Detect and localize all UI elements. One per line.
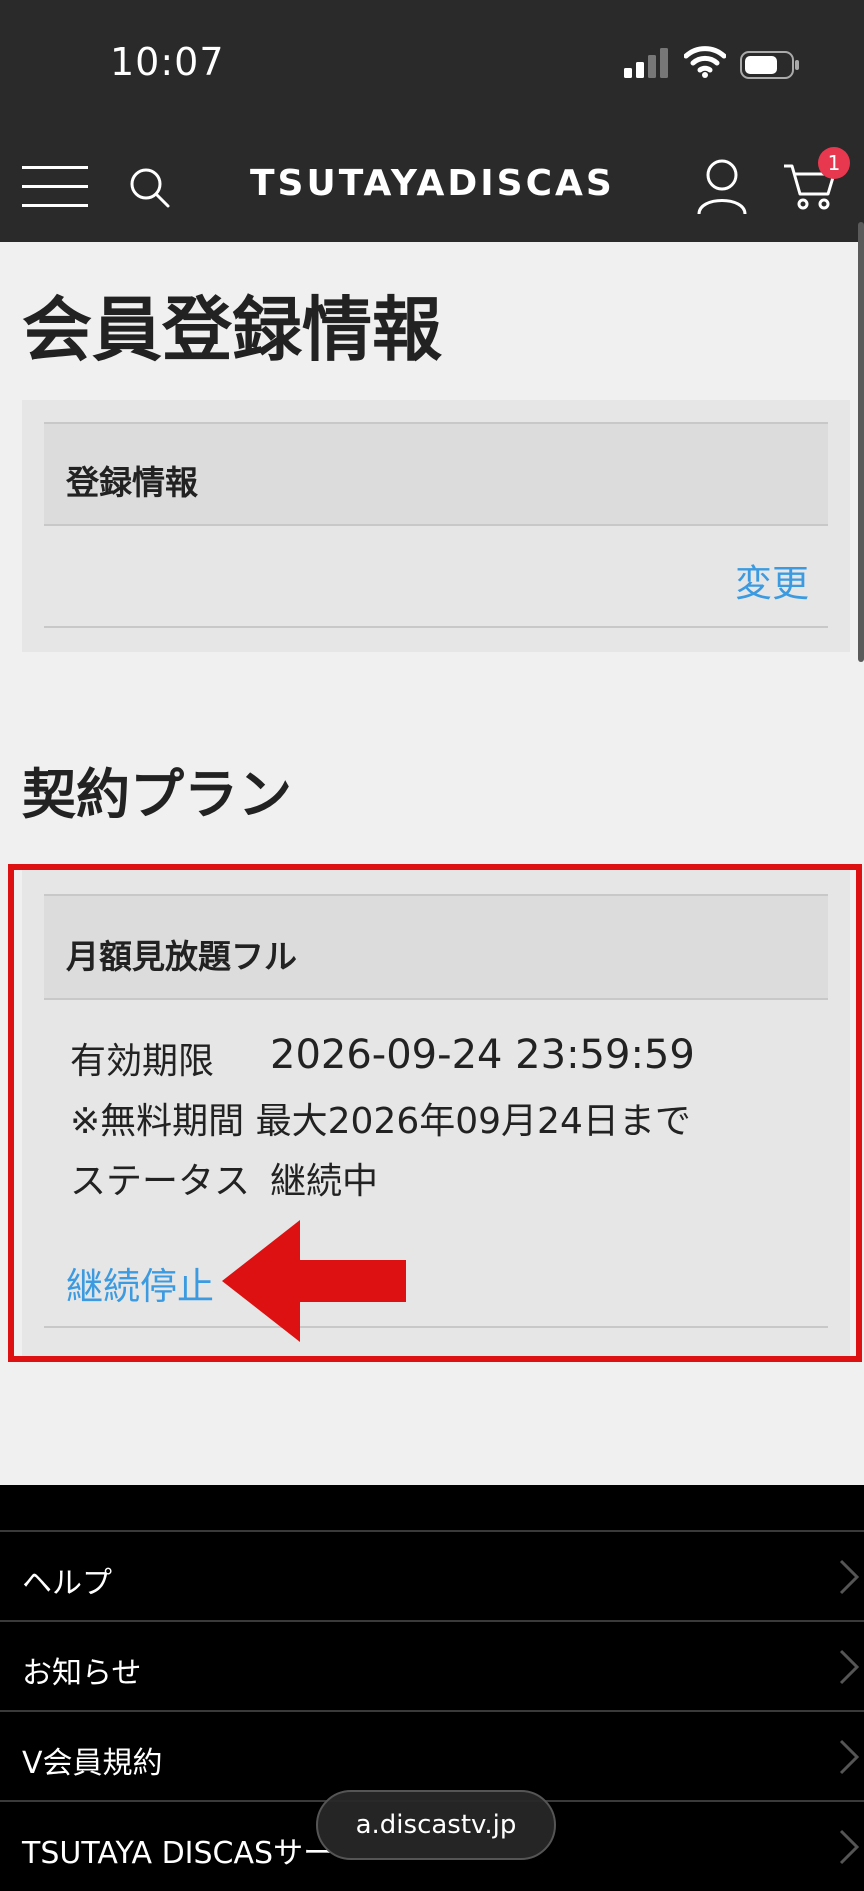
menu-icon[interactable] [22,166,88,208]
registration-card-title: 登録情報 [66,463,198,502]
arrow-left-icon [222,1220,406,1342]
chevron-right-icon [839,1649,860,1685]
footer-item-help[interactable]: ヘルプ [0,1530,864,1620]
registration-card-header: 登録情報 [44,422,828,526]
contract-section-title: 契約プラン [22,763,292,826]
chevron-right-icon [839,1739,860,1775]
divider [44,626,828,628]
footer-item-label: V会員規約 [22,1746,163,1781]
user-icon[interactable] [696,158,748,216]
browser-url-pill[interactable]: a.discastv.jp [316,1790,556,1860]
scrollbar[interactable] [858,222,864,662]
chevron-right-icon [839,1829,860,1865]
battery-icon [740,51,799,79]
footer-item-news[interactable]: お知らせ [0,1620,864,1710]
search-icon[interactable] [128,166,172,210]
footer-item-label: ヘルプ [22,1566,112,1601]
change-link[interactable]: 変更 [735,553,809,607]
wifi-icon [684,46,726,78]
status-time: 10:07 [110,40,225,84]
page-title: 会員登録情報 [22,289,442,371]
cart-count-badge: 1 [818,147,850,179]
url-text: a.discastv.jp [355,1810,517,1840]
footer-item-label: TSUTAYA DISCASサー [22,1836,334,1871]
highlight-box [8,864,862,1362]
cellular-signal-icon [624,48,668,78]
footer-item-terms[interactable]: V会員規約 [0,1710,864,1800]
footer-item-label: お知らせ [22,1656,142,1691]
site-logo[interactable]: TSUTAYADISCAS [250,163,615,204]
chevron-right-icon [839,1559,860,1595]
